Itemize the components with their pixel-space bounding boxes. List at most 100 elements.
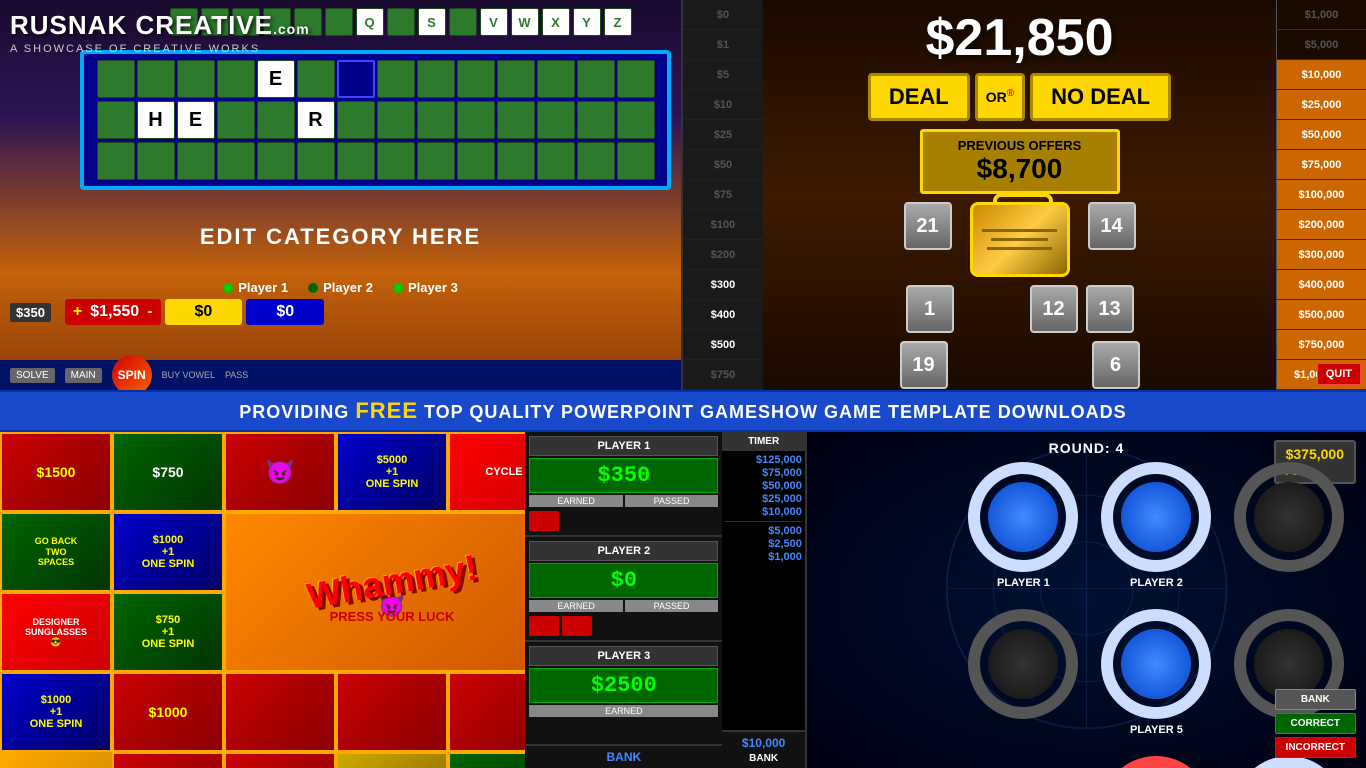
dond-panel: $0 $1 $5 $10 $25 $50 $75 $100 $200 $300 … [683, 0, 1366, 390]
logo-subtitle: A SHOWCASE OF CREATIVE WORKS [10, 43, 310, 55]
or-text: OR ® [975, 73, 1025, 121]
pyl-cell-sunglasses: DESIGNERSUNGLASSES😎 [0, 592, 112, 672]
cell [97, 60, 135, 98]
main-button[interactable]: MAIN [65, 368, 102, 383]
cell [577, 60, 615, 98]
whammy-icon-3 [562, 616, 592, 636]
money-val-5: $10,000 [725, 506, 802, 518]
price-panel: PLAYER 1 $350 EARNED PASSED PLAYER 2 $0 … [525, 432, 722, 768]
pyl-cell-5000: $5000+1ONE SPIN [336, 432, 448, 512]
quit-button[interactable]: QUIT [1317, 363, 1361, 385]
buzzer-player1: PLAYER 1 [967, 462, 1080, 589]
dond-amount: $21,850 [763, 0, 1276, 68]
letter-tile [325, 8, 353, 36]
cell-r: R [297, 101, 335, 139]
letter-tile-q: Q [356, 8, 384, 36]
money-right-row: $75,000 [1276, 150, 1366, 180]
incorrect-button[interactable]: INCORRECT [1275, 737, 1356, 758]
pyl-cell-750: $750 [112, 432, 224, 512]
price-passed-label: PASSED [625, 495, 719, 507]
price-player2: PLAYER 2 $0 EARNED PASSED [525, 537, 722, 642]
price-player1-header: PLAYER 1 [529, 436, 718, 456]
whammy-icon-2 [529, 616, 559, 636]
letter-tile-x: X [542, 8, 570, 36]
money-val-6: $5,000 [725, 525, 802, 537]
player3-score: $0 [246, 299, 324, 325]
letter-tile-z: Z [604, 8, 632, 36]
player2-name: Player 2 [323, 280, 373, 295]
pyl-cell-1000-3: $1000 [112, 672, 224, 752]
player1-name: Player 1 [238, 280, 288, 295]
cell [297, 60, 335, 98]
buzzer-ring-p1[interactable] [968, 462, 1078, 572]
cell [617, 101, 655, 139]
player2-label: Player 2 [308, 280, 373, 295]
buzzer-player3 [1233, 462, 1346, 589]
player1-dot [223, 283, 233, 293]
wof-logo: RUSNAK CREATIVE.com A SHOWCASE OF CREATI… [10, 10, 310, 55]
deal-button[interactable]: DEAL [868, 73, 970, 121]
correct-button[interactable]: CORRECT [1275, 713, 1356, 734]
buzzer-ring-p4[interactable] [968, 609, 1078, 719]
cell [217, 101, 255, 139]
cell [417, 101, 455, 139]
case-12[interactable]: 12 [1030, 285, 1078, 333]
price-player1-amount: $350 [529, 458, 718, 493]
buzzer-ring-p2[interactable] [1101, 462, 1211, 572]
no-deal-button[interactable]: NO DEAL [1030, 73, 1171, 121]
letter-tile [449, 8, 477, 36]
money-row: $400 [683, 300, 763, 330]
cell [377, 142, 415, 180]
cell [537, 60, 575, 98]
buzzer-ring-p5[interactable] [1101, 609, 1211, 719]
buzzer-player5: PLAYER 5 [1100, 609, 1213, 736]
logo-name: RUSNAK CREATIVE [10, 10, 273, 40]
money-right-row: $10,000 [1276, 60, 1366, 90]
pass-button[interactable]: PASS [225, 370, 248, 380]
cell [97, 101, 135, 139]
case-14[interactable]: 14 [1088, 202, 1136, 250]
price-player3: PLAYER 3 $2500 EARNED [525, 642, 722, 744]
cell [377, 101, 415, 139]
case-1[interactable]: 1 [906, 285, 954, 333]
case-21[interactable]: 21 [904, 202, 952, 250]
prev-offers-amount: $8,700 [938, 153, 1102, 185]
promo-banner: PROVIDING FREE TOP QUALITY POWERPOINT GA… [0, 390, 1366, 432]
buzzer-ring-p7[interactable] [1101, 756, 1211, 768]
buzzer-ring-p3[interactable] [1234, 462, 1344, 572]
buzzer-panel: ROUND: 4 $375,000 POT PLAYER 1 [807, 432, 1366, 768]
category-text: EDIT CATEGORY HERE [0, 224, 681, 250]
timer-label: TIMER [722, 432, 805, 451]
solve-button[interactable]: SOLVE [10, 368, 55, 383]
case-19[interactable]: 19 [900, 341, 948, 389]
money-row: $75 [683, 180, 763, 210]
cell [497, 142, 535, 180]
letter-tile [387, 8, 415, 36]
cell-blue [337, 60, 375, 98]
bank-button[interactable]: BANK [1275, 689, 1356, 710]
pyl-cell-1000-2: $1000+1ONE SPIN [0, 672, 112, 752]
money-val-7: $2,500 [725, 538, 802, 550]
buy-vowel-button[interactable]: BUY VOWEL [162, 370, 215, 380]
case-6[interactable]: 6 [1092, 341, 1140, 389]
deal-buttons: DEAL OR ® NO DEAL [763, 73, 1276, 121]
price-player3-header: PLAYER 3 [529, 646, 718, 666]
cell [457, 60, 495, 98]
pyl-cell-trip: ✈ TRIP [336, 752, 448, 768]
case-13[interactable]: 13 [1086, 285, 1134, 333]
dollar-display: $350 [10, 303, 51, 322]
whammy-icon-1 [529, 511, 559, 531]
briefcase-large [970, 202, 1070, 277]
money-right-row: $400,000 [1276, 270, 1366, 300]
cell [97, 142, 135, 180]
buzzer-player4 [967, 609, 1080, 736]
money-row: $25 [683, 120, 763, 150]
case-row-3: 19 6 [763, 341, 1276, 389]
cell [537, 142, 575, 180]
case-row-2: 1 12 13 [763, 285, 1276, 333]
money-val-1: $125,000 [725, 454, 802, 466]
cell [217, 60, 255, 98]
dond-main: $21,850 DEAL OR ® NO DEAL PREVIOUS OFFER… [763, 0, 1276, 390]
player1-amount: $1,550 [90, 303, 139, 321]
price-passed-label-2: PASSED [625, 600, 719, 612]
